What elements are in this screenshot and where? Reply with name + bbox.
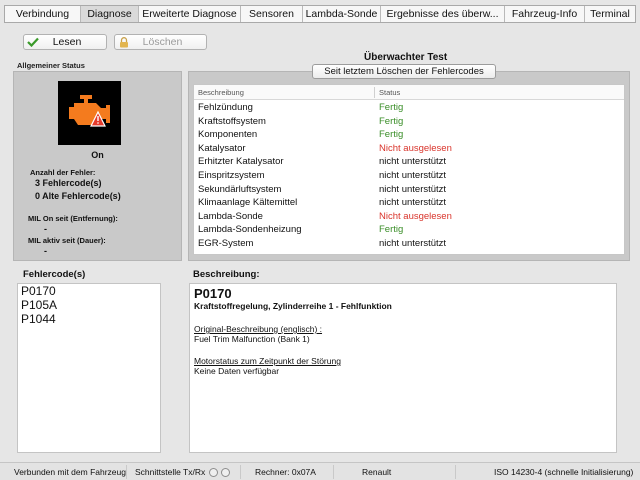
monitor-status: nicht unterstützt <box>379 197 447 209</box>
monitor-description: Einspritzsystem <box>198 169 265 181</box>
lock-icon <box>115 36 133 48</box>
list-item[interactable]: P1044 <box>18 312 160 326</box>
read-button-label: Lesen <box>52 36 82 48</box>
list-item[interactable]: P105A <box>18 298 160 312</box>
rx-led-icon <box>221 468 230 477</box>
tab-connection[interactable]: Verbindung <box>5 6 81 22</box>
vehicle-make: Renault <box>362 467 392 477</box>
mil-duration-label: MIL aktiv seit (Dauer): <box>28 236 106 245</box>
table-row[interactable]: Sekundärluftsystem nicht unterstützt <box>194 183 624 197</box>
check-engine-icon <box>66 93 114 134</box>
monitor-table: Beschreibung Status Fehlzündung Fertig Kra… <box>193 84 625 255</box>
monitored-test-title: Überwachter Test <box>364 52 448 63</box>
monitor-status: nicht unterstützt <box>379 183 447 195</box>
monitor-description: Sekundärluftsystem <box>198 183 282 195</box>
original-description-label: Original-Beschreibung (englisch) : <box>194 324 323 334</box>
tab-terminal[interactable]: Terminal <box>585 6 635 22</box>
table-row[interactable]: Erhitzter Katalysator nicht unterstützt <box>194 155 624 169</box>
monitor-status: Fertig <box>379 224 404 236</box>
old-codes-count: 0 Alte Fehlercode(s) <box>35 191 121 201</box>
mil-distance-value: - <box>44 224 47 234</box>
monitor-description: Lambda-Sonde <box>198 210 263 222</box>
status-divider <box>455 465 456 479</box>
status-divider <box>333 465 334 479</box>
ecu-status: Rechner: 0x07A <box>255 467 316 477</box>
description-box: P0170 Kraftstoffregelung, Zylinderreihe … <box>189 283 617 453</box>
original-description-text: Fuel Trim Malfunction (Bank 1) <box>194 334 310 344</box>
tab-bar: Verbindung Diagnose Erweiterte Diagnose … <box>4 5 636 23</box>
status-divider <box>240 465 241 479</box>
monitor-description: Erhitzter Katalysator <box>198 156 284 168</box>
monitor-table-header: Beschreibung Status <box>194 85 624 100</box>
tab-monitor-results[interactable]: Ergebnisse des überw... <box>381 6 505 22</box>
tab-lambda-probe[interactable]: Lambda-Sonde <box>303 6 381 22</box>
fault-codes-title: Fehlercode(s) <box>23 269 86 280</box>
mil-state-label: On <box>91 150 104 160</box>
tx-led-icon <box>209 468 218 477</box>
table-row[interactable]: Einspritzsystem nicht unterstützt <box>194 169 624 183</box>
fault-count-label: Anzahl der Fehler: <box>30 168 96 177</box>
current-codes-count: 3 Fehlercode(s) <box>35 178 102 188</box>
monitor-description: Lambda-Sondenheizung <box>198 224 302 236</box>
protocol-status: ISO 14230-4 (schnelle Initialisierung) <box>494 467 634 477</box>
description-title: Beschreibung: <box>193 269 260 280</box>
general-status-panel: On Anzahl der Fehler: 3 Fehlercode(s) 0 … <box>13 71 182 261</box>
fault-codes-list[interactable]: P0170 P105A P1044 <box>17 283 161 453</box>
monitor-description: Klimaanlage Kältemittel <box>198 197 298 209</box>
monitor-status: Fertig <box>379 102 404 113</box>
monitor-status: Fertig <box>379 115 404 127</box>
monitored-test-panel: Beschreibung Status Fehlzündung Fertig Kra… <box>188 71 630 261</box>
engine-status-label: Motorstatus zum Zeitpunkt der Störung <box>194 356 341 366</box>
monitor-status: nicht unterstützt <box>379 156 447 168</box>
col-header-status: Status <box>379 88 401 97</box>
monitor-status: nicht unterstützt <box>379 237 447 249</box>
mil-indicator <box>58 81 121 145</box>
column-divider <box>374 87 375 98</box>
description-subtitle: Kraftstoffregelung, Zylinderreihe 1 - Fe… <box>194 301 392 311</box>
table-row[interactable]: Klimaanlage Kältemittel nicht unterstützt <box>194 196 624 210</box>
table-row[interactable]: Komponenten Fertig <box>194 128 624 142</box>
monitor-rows: Fehlzündung Fertig Kraftstoffsystem Fertig K… <box>194 101 624 251</box>
engine-status-text: Keine Daten verfügbar <box>194 366 280 376</box>
tab-vehicle-info[interactable]: Fahrzeug-Info <box>505 6 585 22</box>
monitor-status: Nicht ausgelesen <box>379 142 452 154</box>
table-row[interactable]: Kraftstoffsystem Fertig <box>194 115 624 129</box>
monitor-description: Fehlzündung <box>198 102 253 113</box>
monitor-description: Komponenten <box>198 129 258 141</box>
description-code: P0170 <box>194 286 232 301</box>
status-divider <box>126 465 127 479</box>
tab-advanced-diagnosis[interactable]: Erweiterte Diagnose <box>139 6 241 22</box>
monitor-description: EGR-System <box>198 237 254 249</box>
tab-diagnosis[interactable]: Diagnose <box>81 6 139 22</box>
since-last-clear-button[interactable]: Seit letztem Löschen der Fehlercodes <box>312 64 496 79</box>
monitor-status: Fertig <box>379 129 404 141</box>
connection-status: Verbunden mit dem Fahrzeug <box>14 467 126 477</box>
general-status-title: Allgemeiner Status <box>17 61 85 70</box>
table-row[interactable]: Lambda-Sondenheizung Fertig <box>194 223 624 237</box>
tab-sensors[interactable]: Sensoren <box>241 6 303 22</box>
interface-status: Schnittstelle Tx/Rx <box>135 467 206 477</box>
col-header-description: Beschreibung <box>198 88 244 97</box>
monitor-description: Kraftstoffsystem <box>198 115 266 127</box>
mil-duration-value: - <box>44 246 47 256</box>
list-item[interactable]: P0170 <box>18 284 160 298</box>
monitor-status: nicht unterstützt <box>379 169 447 181</box>
clear-button[interactable]: Löschen <box>114 34 207 50</box>
mil-distance-label: MIL On seit (Entfernung): <box>28 214 118 223</box>
checkmark-icon <box>24 37 42 47</box>
clear-button-label: Löschen <box>142 36 183 48</box>
monitor-status: Nicht ausgelesen <box>379 210 452 222</box>
table-row[interactable]: Fehlzündung Fertig <box>194 101 624 115</box>
monitor-description: Katalysator <box>198 142 246 154</box>
table-row[interactable]: Lambda-Sonde Nicht ausgelesen <box>194 210 624 224</box>
status-bar: Verbunden mit dem Fahrzeug Schnittstelle… <box>0 462 640 480</box>
table-row[interactable]: EGR-System nicht unterstützt <box>194 237 624 251</box>
table-row[interactable]: Katalysator Nicht ausgelesen <box>194 142 624 156</box>
read-button[interactable]: Lesen <box>23 34 107 50</box>
